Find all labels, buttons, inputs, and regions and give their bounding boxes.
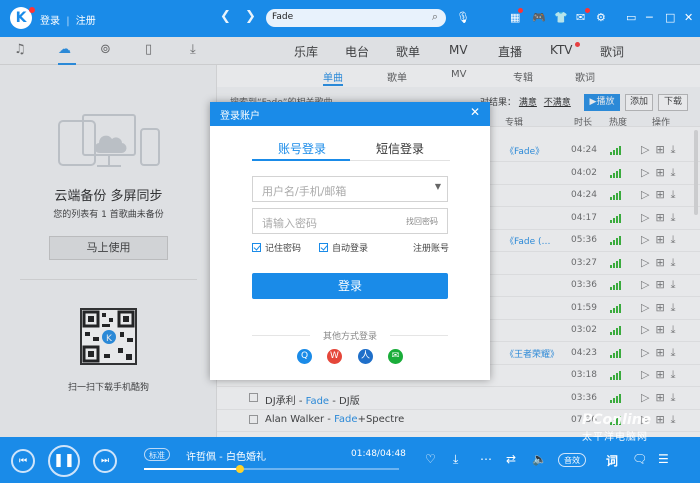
- loop-icon[interactable]: ⇄: [506, 452, 516, 466]
- forward-icon[interactable]: ❯: [245, 9, 256, 24]
- progress-fill: [144, 468, 240, 470]
- dialog-title: 登录账户: [210, 102, 490, 126]
- minimize-icon[interactable]: ─: [646, 11, 653, 24]
- sound-effect-button[interactable]: 音效: [558, 453, 586, 467]
- renren-icon[interactable]: 人: [358, 349, 373, 364]
- now-playing: 许哲佩 - 白色婚礼: [186, 452, 266, 463]
- other-login-label: 其他方式登录: [322, 332, 377, 342]
- heart-icon[interactable]: ♡: [425, 452, 436, 466]
- watermark: PConline 太平洋电脑网: [582, 412, 651, 443]
- settings-icon[interactable]: ⚙: [596, 11, 606, 24]
- play-time: 01:48/04:48: [351, 449, 406, 459]
- search-icon[interactable]: ⌕: [432, 10, 438, 24]
- weibo-icon[interactable]: W: [327, 349, 342, 364]
- skin-icon[interactable]: ▦: [510, 11, 520, 24]
- close-icon[interactable]: ✕: [470, 105, 480, 119]
- progress-bar[interactable]: [144, 465, 399, 473]
- game-icon[interactable]: 🎮: [532, 11, 546, 24]
- volume-icon[interactable]: 🔈: [532, 452, 547, 466]
- remember-password[interactable]: 记住密码: [252, 241, 301, 254]
- watermark-brand: PConline: [582, 412, 652, 428]
- title-bar: K 登录 | 注册 ❮ ❯ Fade ⌕ 🎙 ▦ 🎮 👕 ✉ ⚙ ▭ ─ □ ✕: [0, 0, 700, 37]
- login-button[interactable]: 登录: [252, 273, 448, 299]
- skin-dot: [518, 8, 523, 13]
- tab-indicator: [252, 159, 350, 161]
- login-link[interactable]: 登录: [40, 16, 60, 27]
- register-account-link[interactable]: 注册账号: [413, 241, 449, 254]
- login-dialog: 登录账户 ✕ 账号登录 短信登录 用户名/手机/邮箱 ▼ 请输入密码 找回密码 …: [210, 102, 490, 380]
- mini-mode-icon[interactable]: ▭: [626, 11, 636, 24]
- notification-dot: [29, 7, 35, 13]
- auto-login-label: 自动登录: [332, 244, 369, 254]
- progress-handle[interactable]: [235, 465, 244, 473]
- password-field[interactable]: 请输入密码 找回密码: [252, 208, 448, 234]
- divider-right: [390, 335, 448, 336]
- checkbox-icon[interactable]: [319, 243, 328, 252]
- auto-login[interactable]: 自动登录: [319, 241, 368, 254]
- message-dot: [585, 8, 590, 13]
- username-placeholder: 用户名/手机/邮箱: [262, 185, 347, 198]
- link-divider: |: [66, 16, 70, 27]
- back-icon[interactable]: ❮: [220, 9, 231, 24]
- search-input[interactable]: Fade ⌕: [266, 9, 446, 27]
- checkbox-icon[interactable]: [252, 243, 261, 252]
- previous-icon[interactable]: ⏮: [11, 449, 35, 473]
- chevron-down-icon[interactable]: ▼: [435, 182, 441, 191]
- quality-selector[interactable]: 标准: [144, 448, 170, 461]
- next-icon[interactable]: ⏭: [93, 449, 117, 473]
- close-icon[interactable]: ✕: [684, 11, 693, 24]
- comment-icon[interactable]: 🗨: [632, 452, 647, 466]
- playlist-icon[interactable]: ☰: [658, 452, 669, 466]
- password-placeholder: 请输入密码: [262, 217, 317, 230]
- forgot-password-link[interactable]: 找回密码: [406, 216, 438, 227]
- download-icon[interactable]: ⤓: [453, 452, 458, 467]
- tab-account-login[interactable]: 账号登录: [278, 140, 326, 157]
- register-link[interactable]: 注册: [76, 16, 96, 27]
- search-value: Fade: [272, 12, 294, 22]
- player-bar: ⏮ ❚❚ ⏭ 标准 许哲佩 - 白色婚礼 01:48/04:48 ♡ ⤓ ⋯ ⇄…: [0, 437, 700, 483]
- message-icon[interactable]: ✉: [576, 11, 585, 24]
- more-icon[interactable]: ⋯: [480, 452, 492, 466]
- tab-sms-login[interactable]: 短信登录: [376, 140, 424, 157]
- qq-icon[interactable]: Q: [297, 349, 312, 364]
- pause-icon[interactable]: ❚❚: [48, 445, 80, 477]
- login-links: 登录 | 注册: [40, 12, 96, 27]
- microphone-icon[interactable]: 🎙: [456, 11, 470, 24]
- shirt-icon[interactable]: 👕: [554, 11, 568, 24]
- wechat-icon[interactable]: ✉: [388, 349, 403, 364]
- lyrics-button[interactable]: 词: [606, 452, 618, 469]
- watermark-site: 太平洋电脑网: [582, 432, 648, 443]
- remember-label: 记住密码: [265, 244, 302, 254]
- username-field[interactable]: 用户名/手机/邮箱 ▼: [252, 176, 448, 202]
- maximize-icon[interactable]: □: [665, 11, 675, 24]
